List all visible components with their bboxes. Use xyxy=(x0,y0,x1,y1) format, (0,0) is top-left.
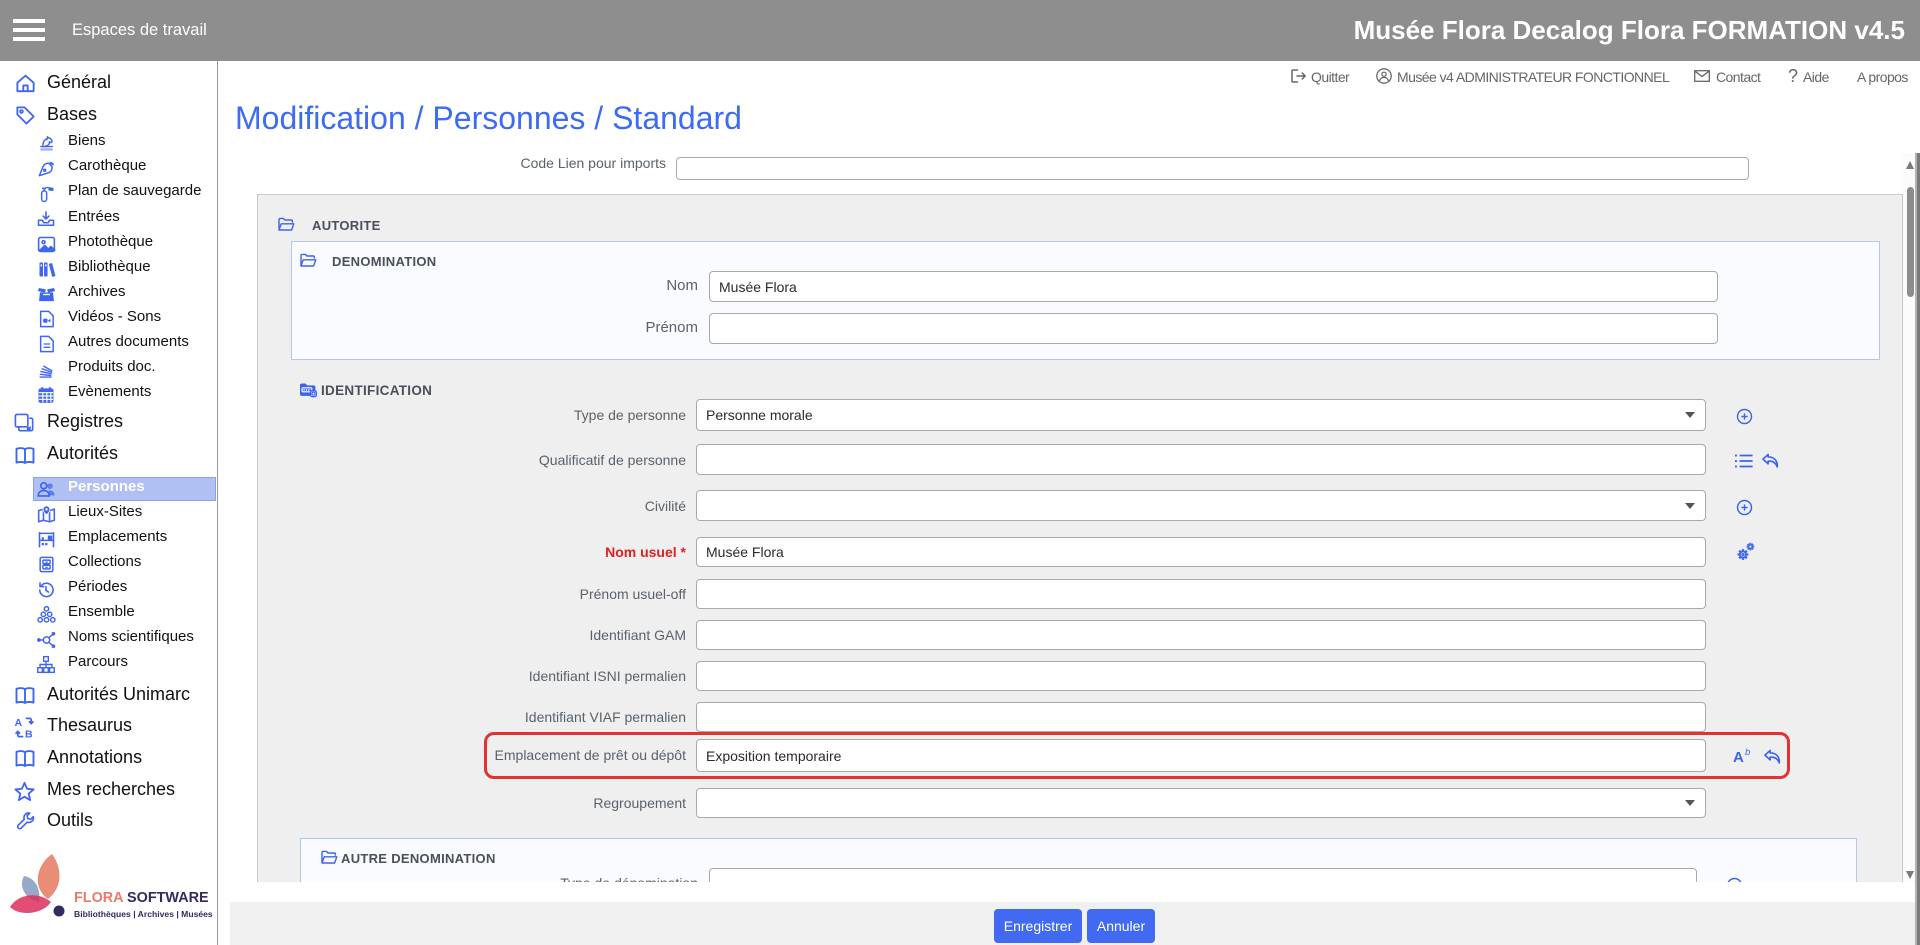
svg-text:B: B xyxy=(25,729,33,739)
svg-text:b: b xyxy=(1745,747,1750,758)
svg-text:Bibliothèques | Archives | Mus: Bibliothèques | Archives | Musées xyxy=(74,909,213,919)
svg-text:A: A xyxy=(14,717,22,729)
svg-text:FLORA SOFTWARE: FLORA SOFTWARE xyxy=(74,890,209,906)
svg-text:A: A xyxy=(1733,749,1744,765)
